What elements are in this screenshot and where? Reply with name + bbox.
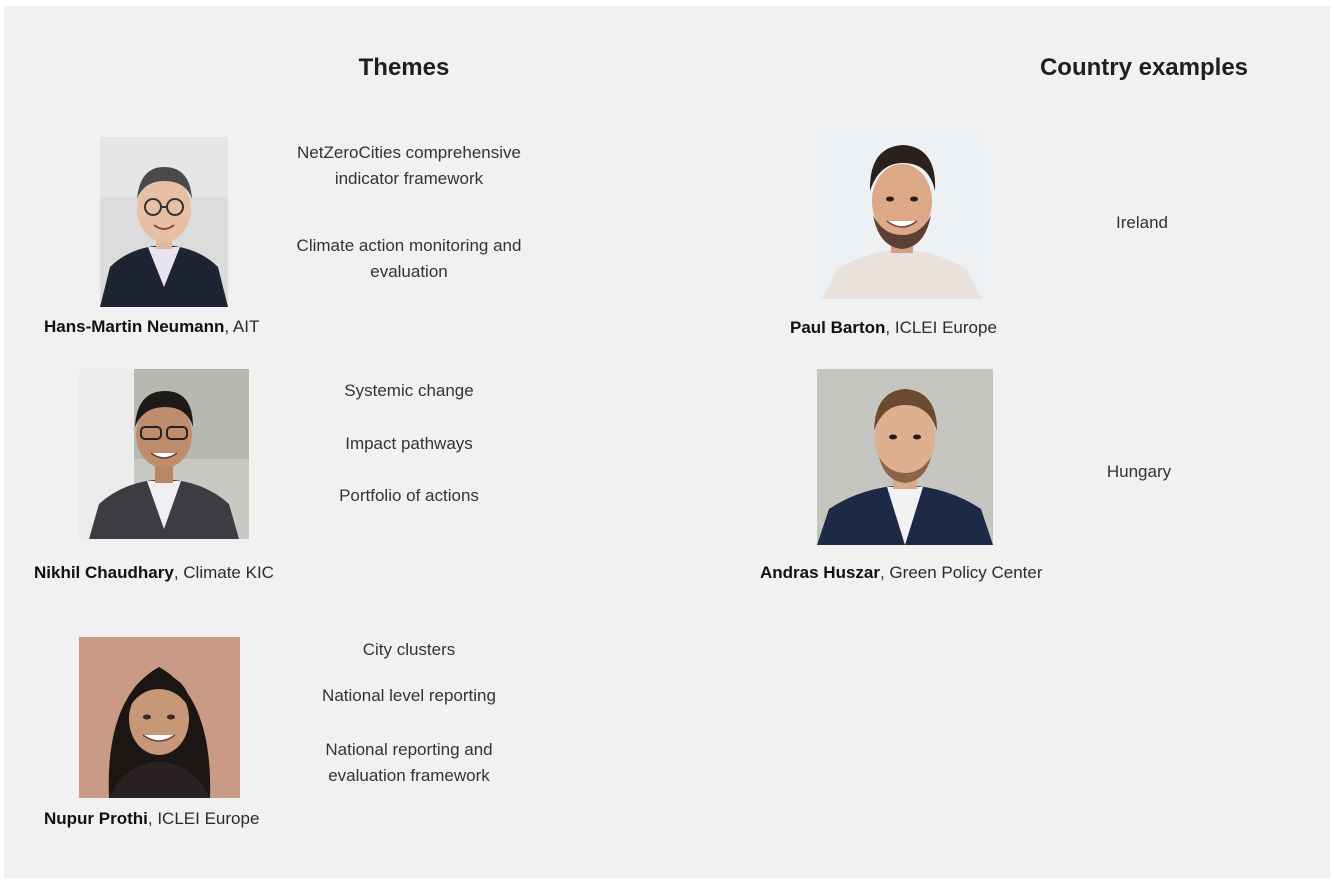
country-label: Ireland <box>1116 213 1168 232</box>
speaker-org: , Climate KIC <box>173 563 274 582</box>
theme-topic: Portfolio of actions <box>339 486 479 505</box>
speaker-org: , ICLEI Europe <box>147 809 260 828</box>
theme-topic: Systemic change <box>344 381 474 400</box>
country-label: Hungary <box>1106 462 1172 481</box>
speaker-caption: Andras Huszar, Green Policy Center <box>760 563 1043 583</box>
person-photo-icon <box>79 637 240 798</box>
country-examples-heading: Country examples <box>1039 54 1249 81</box>
speaker-photo-nikhil-chaudhary <box>79 369 249 539</box>
speaker-caption: Nikhil Chaudhary, Climate KIC <box>34 563 274 583</box>
speaker-org: , AIT <box>224 317 260 336</box>
speaker-name: Andras Huszar <box>760 563 880 582</box>
speaker-photo-nupur-prothi <box>79 637 240 798</box>
speaker-name: Paul Barton <box>790 318 886 337</box>
speaker-photo-paul-barton <box>817 129 987 299</box>
theme-topic: National level reporting <box>322 686 496 705</box>
theme-topic: NetZeroCities comprehensive indicator fr… <box>297 143 521 188</box>
speaker-name: Nikhil Chaudhary <box>34 563 174 582</box>
theme-topic: Climate action monitoring and evaluation <box>296 236 522 281</box>
person-photo-icon <box>100 137 228 307</box>
speaker-photo-hans-martin-neumann <box>100 137 228 307</box>
speaker-caption: Nupur Prothi, ICLEI Europe <box>44 809 259 829</box>
theme-topic: Impact pathways <box>345 434 473 453</box>
speaker-caption: Paul Barton, ICLEI Europe <box>790 318 997 338</box>
person-photo-icon <box>817 369 993 545</box>
theme-topic: National reporting and evaluation framew… <box>325 740 493 785</box>
theme-topic: City clusters <box>362 640 456 659</box>
speaker-name: Hans-Martin Neumann <box>44 317 225 336</box>
person-photo-icon <box>79 369 249 539</box>
speaker-caption: Hans-Martin Neumann, AIT <box>44 317 259 337</box>
speaker-org: , ICLEI Europe <box>885 318 997 337</box>
slide: Themes Country examples Hans-Martin Neum… <box>4 6 1330 878</box>
speaker-org: , Green Policy Center <box>879 563 1043 582</box>
person-photo-icon <box>817 129 987 299</box>
speaker-name: Nupur Prothi <box>44 809 148 828</box>
speaker-photo-andras-huszar <box>817 369 993 545</box>
themes-heading: Themes <box>358 54 450 81</box>
